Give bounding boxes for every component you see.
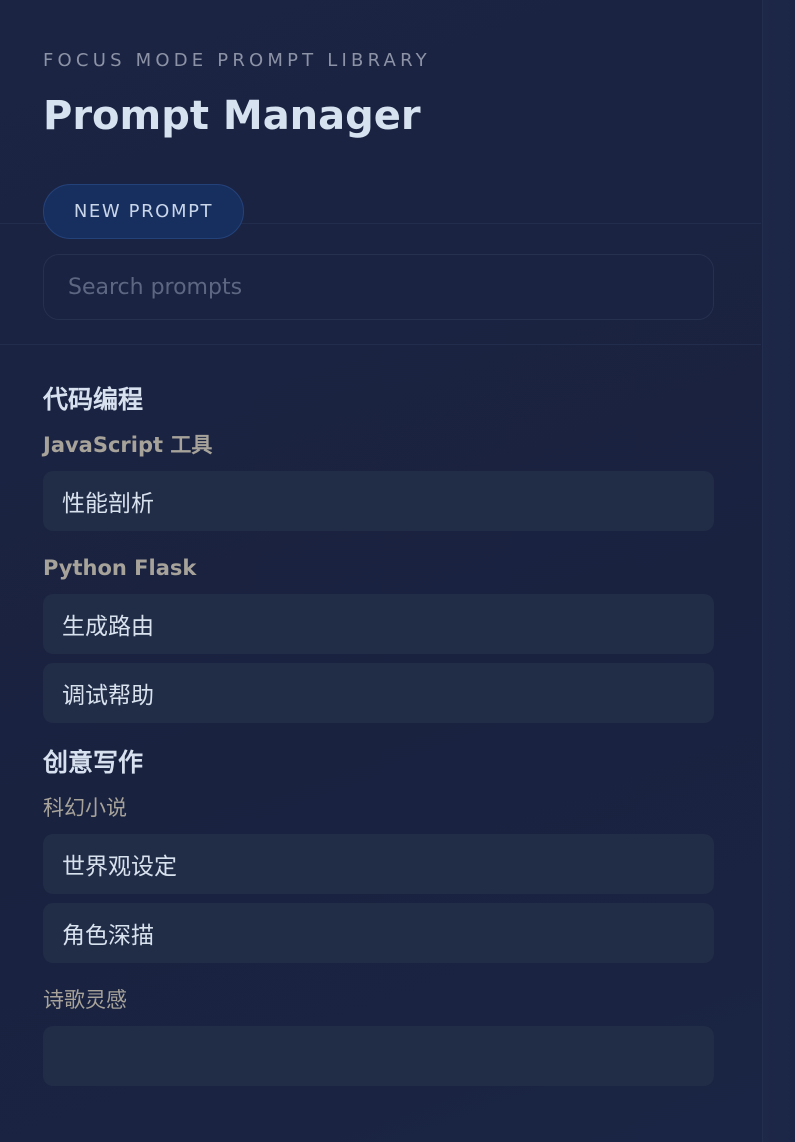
group-title: Python Flask	[43, 556, 197, 580]
main-panel-edge	[762, 0, 795, 1142]
group-javascript-tools: JavaScript 工具 性能剖析	[43, 431, 714, 531]
group-poetry: 诗歌灵感	[43, 986, 714, 1086]
group-title: 科幻小说	[43, 796, 127, 820]
prompt-item[interactable]: 性能剖析	[43, 471, 714, 531]
library-eyebrow: FOCUS MODE PROMPT LIBRARY	[43, 50, 431, 71]
group-python-flask: Python Flask 生成路由 调试帮助	[43, 554, 714, 723]
sidebar-header: FOCUS MODE PROMPT LIBRARY Prompt Manager…	[0, 0, 761, 239]
group-title: JavaScript 工具	[43, 433, 213, 457]
category-creative-writing: 创意写作 科幻小说 世界观设定 角色深描 诗歌灵感	[43, 746, 714, 1086]
prompt-item[interactable]	[43, 1026, 714, 1086]
page-title: Prompt Manager	[43, 93, 421, 139]
app-window: FOCUS MODE PROMPT LIBRARY Prompt Manager…	[0, 0, 795, 1142]
prompt-item[interactable]: 调试帮助	[43, 663, 714, 723]
prompt-list: 代码编程 JavaScript 工具 性能剖析 Python Flask 生成路…	[0, 345, 761, 1086]
group-sci-fi: 科幻小说 世界观设定 角色深描	[43, 794, 714, 963]
prompt-item[interactable]: 生成路由	[43, 594, 714, 654]
prompt-item[interactable]: 角色深描	[43, 903, 714, 963]
category-title: 代码编程	[43, 385, 144, 414]
category-title: 创意写作	[43, 748, 144, 777]
category-coding: 代码编程 JavaScript 工具 性能剖析 Python Flask 生成路…	[43, 383, 714, 723]
search-section	[0, 224, 761, 345]
prompt-sidebar: FOCUS MODE PROMPT LIBRARY Prompt Manager…	[0, 0, 761, 1142]
group-title: 诗歌灵感	[43, 988, 127, 1012]
search-input[interactable]	[43, 254, 714, 320]
prompt-item[interactable]: 世界观设定	[43, 834, 714, 894]
